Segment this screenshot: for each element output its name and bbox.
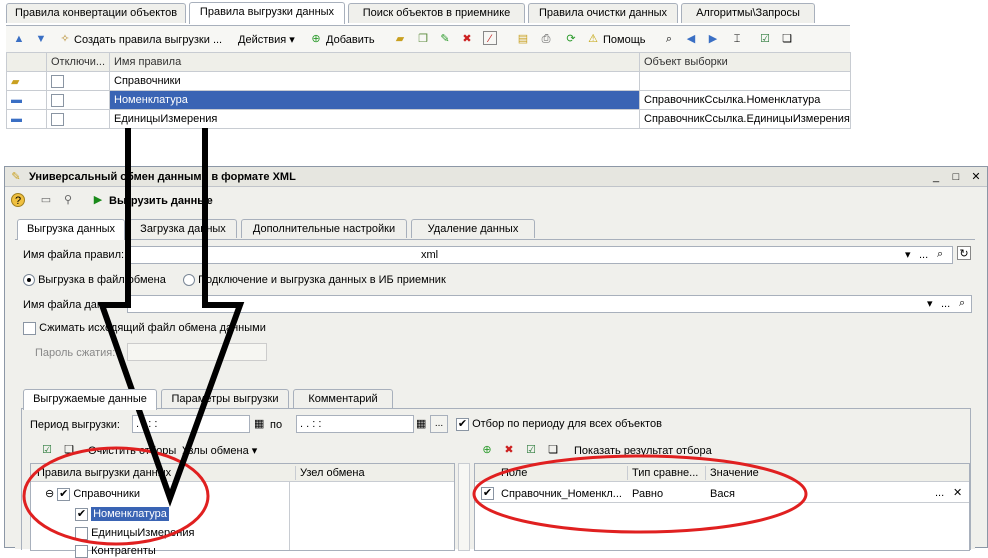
annotation-overlay (22, 128, 808, 546)
tab-export-data[interactable]: Выгружаемые данные (23, 389, 157, 410)
annotation-arrow (97, 128, 245, 507)
tab-export[interactable]: Выгрузка данных (17, 219, 125, 240)
tab-export-rules[interactable]: Правила выгрузки данных (189, 2, 345, 24)
annotation-ellipse-right (472, 454, 808, 534)
